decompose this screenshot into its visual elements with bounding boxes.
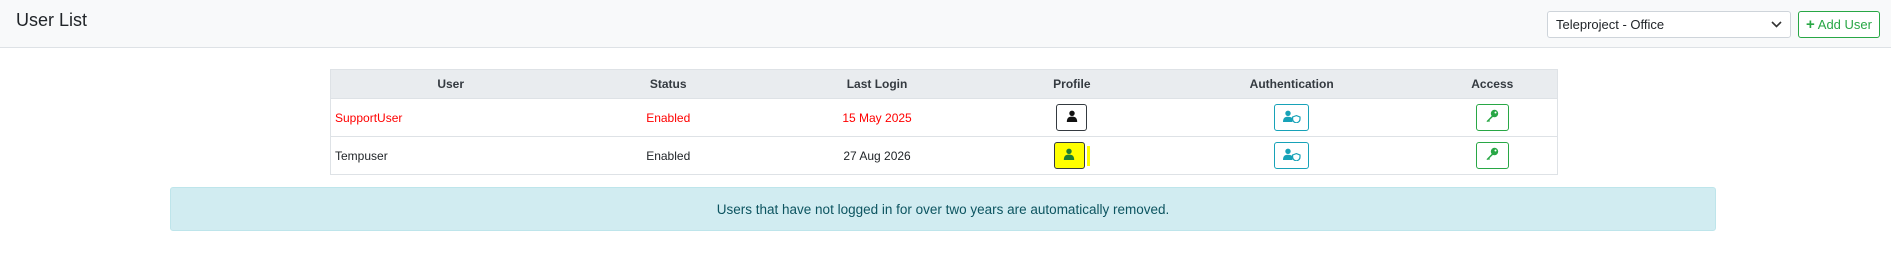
table-header-row: User Status Last Login Profile Authentic… [330, 69, 1558, 99]
user-last-login: 27 Aug 2026 [843, 148, 911, 163]
authentication-button[interactable] [1274, 104, 1310, 131]
col-header-status: Status [570, 69, 767, 99]
authentication-cell [1156, 137, 1428, 175]
table-row: SupportUser Enabled 15 May 2025 [330, 98, 1558, 137]
profile-button[interactable] [1053, 142, 1085, 169]
authentication-button[interactable] [1274, 142, 1310, 169]
office-select[interactable]: Teleproject - Office [1547, 11, 1791, 38]
profile-cell [988, 137, 1156, 175]
col-header-access: Access [1427, 69, 1558, 99]
add-user-button[interactable]: + Add User [1798, 11, 1880, 38]
key-icon [1485, 109, 1499, 126]
col-header-profile: Profile [987, 69, 1156, 99]
user-icon [1063, 148, 1075, 163]
user-shield-icon [1282, 148, 1301, 164]
profile-cell [987, 98, 1156, 137]
add-user-label: Add User [1817, 17, 1872, 32]
chevron-down-icon [1770, 19, 1782, 31]
key-icon [1485, 147, 1499, 164]
user-icon [1066, 110, 1078, 125]
access-cell [1428, 137, 1558, 175]
user-last-login: 15 May 2025 [766, 98, 988, 137]
col-header-authentication: Authentication [1155, 69, 1428, 99]
highlight-marker [1086, 145, 1090, 166]
col-header-last-login: Last Login [766, 69, 988, 99]
profile-button[interactable] [1056, 104, 1088, 131]
authentication-cell [1155, 98, 1428, 137]
user-shield-icon [1282, 110, 1301, 126]
office-select-value: Teleproject - Office [1556, 17, 1665, 32]
table-row: Tempuser Enabled 27 Aug 2026 [331, 137, 1558, 175]
access-button[interactable] [1475, 104, 1509, 131]
inactive-users-notice: Users that have not logged in for over t… [170, 187, 1716, 231]
user-status: Enabled [570, 98, 767, 137]
col-header-user: User [330, 69, 571, 99]
page-title: User List [16, 10, 88, 30]
user-status: Enabled [646, 148, 691, 163]
access-button[interactable] [1475, 142, 1509, 169]
top-bar: User List Teleproject - Office + Add Use… [0, 0, 1891, 48]
access-cell [1427, 98, 1558, 137]
user-name: SupportUser [330, 98, 571, 137]
plus-icon: + [1806, 16, 1815, 33]
user-name: Tempuser [335, 148, 388, 163]
user-table: User Status Last Login Profile Authentic… [330, 69, 1558, 175]
